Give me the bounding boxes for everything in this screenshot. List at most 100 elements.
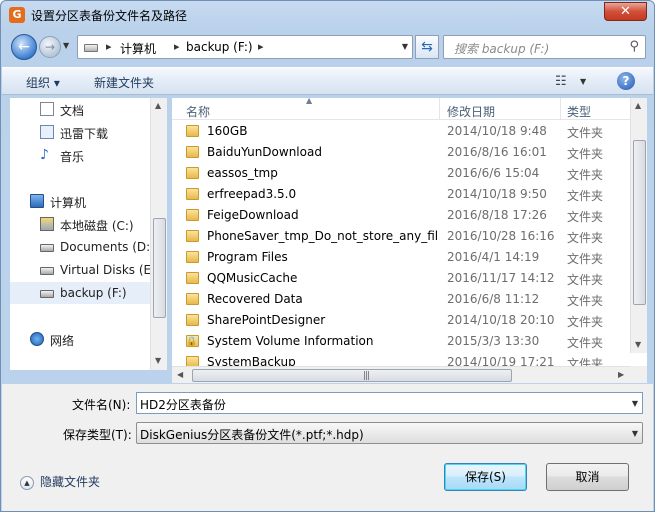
file-row[interactable]: eassos_tmp 2016/6/6 15:04 文件夹 [172, 163, 630, 184]
sidebar-item-drive-c[interactable]: 本地磁盘 (C:) [10, 213, 150, 235]
drive-icon [40, 267, 54, 275]
save-button[interactable]: 保存(S) [444, 463, 527, 491]
scrollbar-thumb[interactable]: ||| [192, 369, 512, 382]
file-row[interactable]: Recovered Data 2016/6/8 11:12 文件夹 [172, 289, 630, 310]
sidebar-item-label: backup (F:) [60, 286, 127, 300]
chevron-down-icon[interactable]: ▼ [632, 429, 638, 438]
file-row[interactable]: BaiduYunDownload 2016/8/16 16:01 文件夹 [172, 142, 630, 163]
sidebar-item-label: Virtual Disks (E: [60, 263, 156, 277]
sidebar-item-drive-f[interactable]: backup (F:) [10, 282, 150, 304]
sidebar-item-label: 文档 [60, 104, 85, 118]
close-button[interactable]: ✕ [604, 2, 647, 21]
filename-value: HD2分区表备份 [140, 398, 226, 412]
breadcrumb-computer[interactable]: 计算机 [120, 40, 156, 57]
file-name: SharePointDesigner [207, 313, 326, 327]
app-icon: G [9, 7, 25, 23]
file-type: 文件夹 [567, 147, 604, 161]
scroll-up-icon[interactable]: ▲ [635, 101, 641, 110]
folder-icon [186, 314, 199, 326]
folder-icon [186, 125, 199, 137]
scrollbar-thumb[interactable] [153, 218, 166, 318]
new-folder-button[interactable]: 新建文件夹 [94, 74, 154, 91]
filetype-value: DiskGenius分区表备份文件(*.ptf;*.hdp) [140, 428, 364, 442]
file-row[interactable]: erfreepad3.5.0 2014/10/18 9:50 文件夹 [172, 184, 630, 205]
file-row[interactable]: SharePointDesigner 2014/10/18 20:10 文件夹 [172, 310, 630, 331]
sidebar-item-network[interactable]: 网络 [10, 328, 150, 350]
chevron-down-icon[interactable]: ▼ [632, 399, 638, 408]
back-button[interactable]: ← [11, 34, 37, 60]
file-list-vertical-scrollbar[interactable]: ▲ ▼ [630, 98, 647, 353]
chevron-down-icon[interactable]: ▼ [402, 42, 408, 51]
view-options-icon[interactable]: ☷ [555, 74, 567, 89]
filename-input[interactable]: HD2分区表备份 ▼ [136, 392, 643, 414]
arrow-right-icon: → [44, 40, 56, 54]
refresh-button[interactable]: ⇆ [415, 35, 439, 59]
file-row[interactable]: 🔒 System Volume Information 2015/3/3 13:… [172, 331, 630, 352]
column-date[interactable]: 修改日期 [447, 103, 495, 120]
system-drive-icon [40, 217, 54, 231]
file-row[interactable]: 160GB 2014/10/18 9:48 文件夹 [172, 121, 630, 142]
chevron-up-icon: ▲ [20, 475, 34, 490]
computer-icon [30, 194, 44, 208]
hide-folders-toggle[interactable]: ▲ 隐藏文件夹 [20, 473, 100, 490]
address-bar[interactable]: ▸ 计算机 ▸ backup (F:) ▸ ▼ [77, 35, 413, 59]
chevron-down-icon[interactable]: ▼ [580, 77, 586, 86]
sidebar-item-drive-e[interactable]: Virtual Disks (E: [10, 259, 155, 281]
organize-button[interactable]: 组织 ▾ [26, 74, 60, 91]
sidebar-item-label: Documents (D:) [60, 240, 155, 254]
file-type: 文件夹 [567, 252, 604, 266]
recent-pages-dropdown[interactable]: ▼ [63, 41, 69, 50]
file-type: 文件夹 [567, 336, 604, 350]
help-icon[interactable]: ? [617, 72, 635, 90]
scroll-right-icon[interactable]: ▶ [618, 370, 624, 379]
sort-ascending-icon: ▲ [306, 98, 313, 105]
sidebar-item-drive-d[interactable]: Documents (D:) [10, 236, 155, 258]
file-date: 2014/10/18 20:10 [447, 313, 555, 327]
scroll-down-icon[interactable]: ▼ [635, 340, 641, 349]
sidebar-item-label: 音乐 [60, 150, 85, 164]
filetype-label: 保存类型(T): [63, 428, 132, 442]
search-input[interactable]: 搜索 backup (F:) ⚲ [443, 35, 646, 59]
cancel-button[interactable]: 取消 [546, 463, 629, 491]
file-type: 文件夹 [567, 273, 604, 287]
chevron-right-icon[interactable]: ▸ [174, 40, 180, 53]
file-name: BaiduYunDownload [207, 145, 322, 159]
breadcrumb-backup[interactable]: backup (F:) [186, 40, 253, 54]
file-type: 文件夹 [567, 231, 604, 245]
filename-label: 文件名(N): [72, 398, 131, 412]
chevron-right-icon[interactable]: ▸ [106, 40, 112, 53]
column-name[interactable]: 名称 [186, 103, 210, 120]
scrollbar-thumb[interactable] [633, 140, 646, 305]
sidebar-item-music[interactable]: ♪ 音乐 [10, 144, 150, 166]
chevron-right-icon[interactable]: ▸ [258, 40, 264, 53]
sidebar-item-thunder-download[interactable]: 迅雷下载 [10, 121, 150, 143]
file-row[interactable]: PhoneSaver_tmp_Do_not_store_any_fil... 2… [172, 226, 630, 247]
file-row[interactable]: Program Files 2016/4/1 14:19 文件夹 [172, 247, 630, 268]
file-type: 文件夹 [567, 315, 604, 329]
music-icon: ♪ [40, 147, 49, 163]
lock-icon: 🔒 [186, 337, 198, 347]
column-type[interactable]: 类型 [567, 103, 591, 120]
scroll-left-icon[interactable]: ◀ [177, 370, 183, 379]
folder-icon [186, 209, 199, 221]
column-divider[interactable] [439, 98, 440, 120]
column-divider[interactable] [560, 98, 561, 120]
sidebar-item-label: 计算机 [50, 196, 87, 210]
save-dialog: G 设置分区表备份文件名及路径 ✕ ← → ▼ ▸ 计算机 ▸ backup (… [0, 0, 655, 512]
folder-icon [186, 146, 199, 158]
file-row[interactable]: FeigeDownload 2016/8/18 17:26 文件夹 [172, 205, 630, 226]
sidebar-item-label: 迅雷下载 [60, 127, 109, 141]
search-icon[interactable]: ⚲ [629, 39, 639, 54]
filetype-select[interactable]: DiskGenius分区表备份文件(*.ptf;*.hdp) ▼ [136, 422, 643, 444]
sidebar-item-computer[interactable]: 计算机 [10, 190, 150, 212]
sidebar-item-documents[interactable]: 文档 [10, 98, 150, 120]
navigation-pane-scrollbar[interactable]: ▲ ▼ [150, 98, 167, 370]
file-list-horizontal-scrollbar[interactable]: ◀ ||| ▶ [172, 366, 630, 383]
file-date: 2016/8/18 17:26 [447, 208, 547, 222]
file-type: 文件夹 [567, 168, 604, 182]
file-row[interactable]: QQMusicCache 2016/11/17 14:12 文件夹 [172, 268, 630, 289]
forward-button[interactable]: → [39, 36, 61, 58]
drive-icon [40, 290, 54, 298]
scroll-up-icon[interactable]: ▲ [155, 101, 161, 110]
scroll-down-icon[interactable]: ▼ [155, 356, 161, 365]
